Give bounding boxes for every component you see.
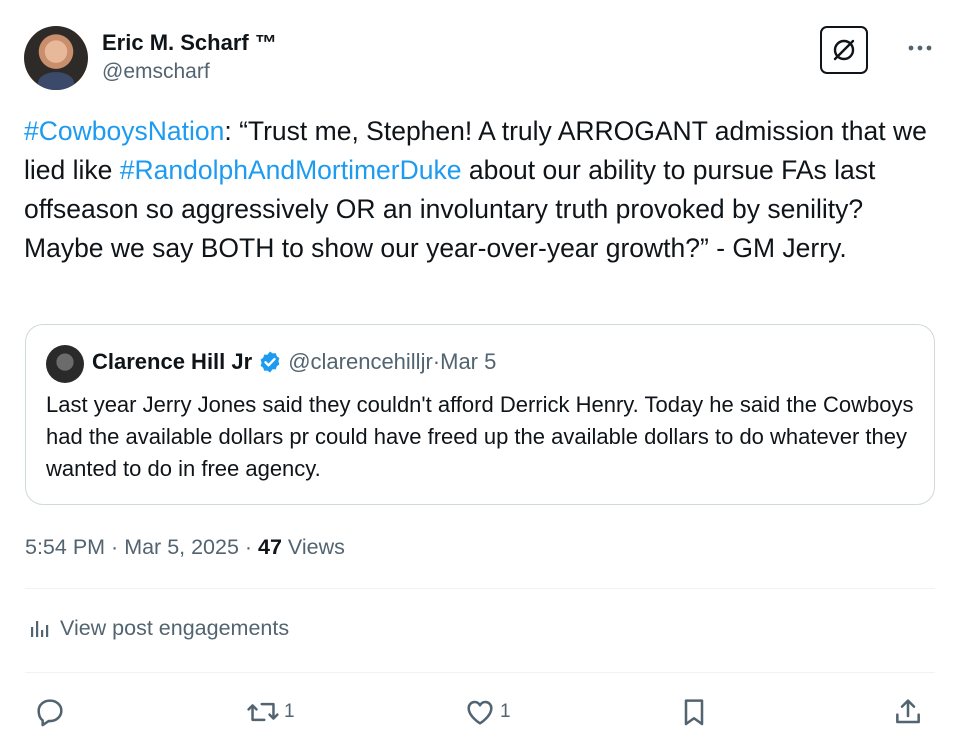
author-handle[interactable]: @emscharf <box>102 58 277 86</box>
bookmark-button[interactable] <box>678 688 710 736</box>
hashtag-link[interactable]: #CowboysNation <box>24 116 224 146</box>
hashtag-link[interactable]: #RandolphAndMortimerDuke <box>120 155 462 185</box>
quote-date[interactable]: Mar 5 <box>440 347 496 377</box>
views-count: 47 <box>258 535 282 559</box>
like-count: 1 <box>500 701 511 722</box>
bookmark-icon <box>684 699 704 726</box>
post-timestamp: 5:54 PM · Mar 5, 2025 · 47 Views <box>25 532 345 562</box>
author-name[interactable]: Eric M. Scharf ™ <box>102 30 277 56</box>
repost-count: 1 <box>284 701 295 722</box>
meta-separator: · <box>238 535 259 559</box>
repost-icon <box>247 702 279 722</box>
view-engagements-link[interactable]: View post engagements <box>28 616 289 641</box>
quote-author-handle[interactable]: @clarencehilljr <box>288 347 433 377</box>
quote-header: Clarence Hill Jr @clarencehilljr · Mar 5 <box>92 347 496 377</box>
quote-author-avatar[interactable] <box>46 345 84 383</box>
author-info: Eric M. Scharf ™ @emscharf <box>102 30 277 86</box>
share-button[interactable] <box>892 688 924 736</box>
quote-separator: · <box>432 349 441 374</box>
like-button[interactable]: 1 <box>464 688 511 736</box>
repost-button[interactable]: 1 <box>246 688 295 736</box>
grok-icon <box>833 39 855 61</box>
post-time[interactable]: 5:54 PM <box>25 535 105 559</box>
share-icon <box>896 699 920 724</box>
post-header: Eric M. Scharf ™ @emscharf <box>24 24 936 94</box>
views-label: Views <box>281 535 345 559</box>
more-icon <box>908 45 932 51</box>
heart-icon <box>467 700 493 725</box>
quote-author-name[interactable]: Clarence Hill Jr <box>92 347 252 377</box>
verified-badge-icon <box>260 351 280 373</box>
meta-separator: · <box>105 535 125 559</box>
quoted-post[interactable]: Clarence Hill Jr @clarencehilljr · Mar 5… <box>25 324 935 505</box>
grok-button[interactable] <box>820 26 868 74</box>
post-text: #CowboysNation: “Trust me, Stephen! A tr… <box>24 112 936 268</box>
reply-icon <box>37 699 63 727</box>
action-bar: 1 1 <box>0 688 960 736</box>
divider <box>25 672 935 673</box>
view-engagements-label: View post engagements <box>60 616 290 640</box>
reply-button[interactable] <box>34 688 70 736</box>
analytics-icon <box>31 620 49 637</box>
divider <box>25 588 935 589</box>
author-avatar[interactable] <box>24 26 88 90</box>
more-options-button[interactable] <box>904 36 936 60</box>
quote-text: Last year Jerry Jones said they couldn't… <box>46 392 914 481</box>
post-date[interactable]: Mar 5, 2025 <box>124 535 239 559</box>
